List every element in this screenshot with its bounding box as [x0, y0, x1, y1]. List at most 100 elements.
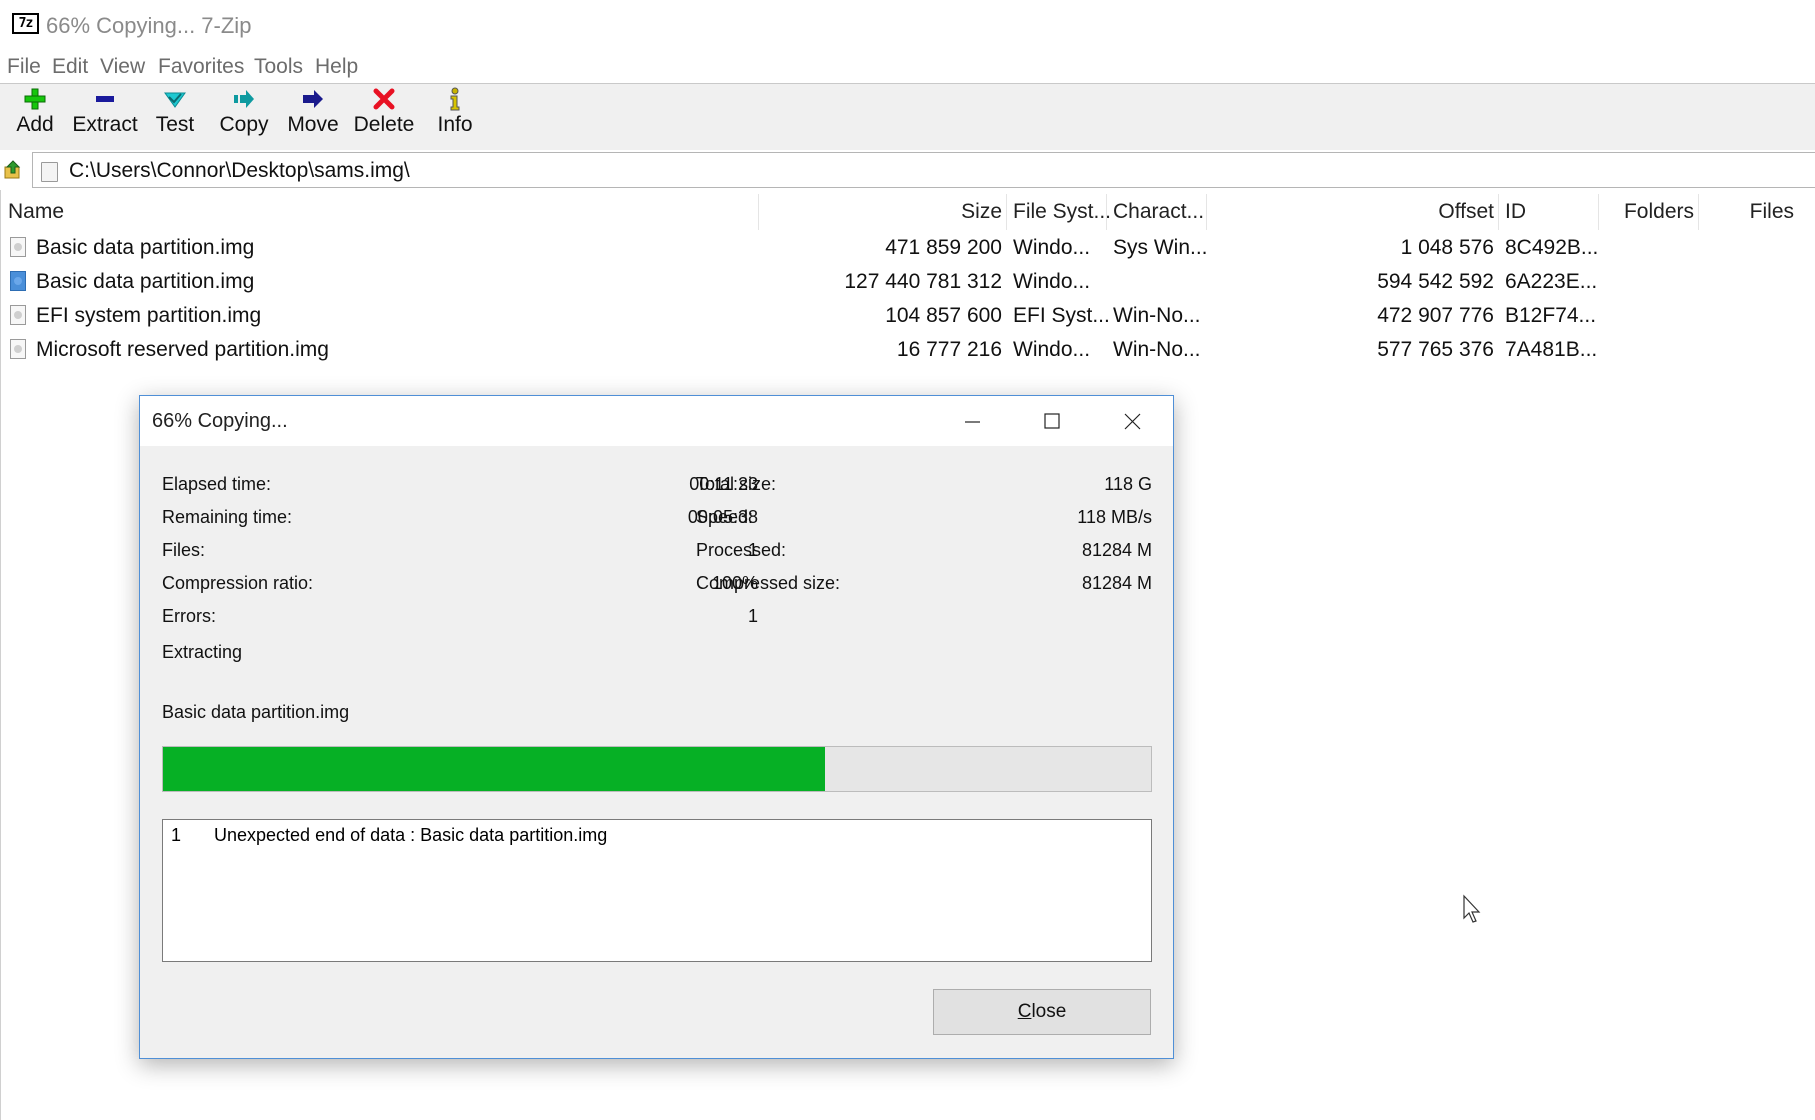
list-item[interactable]: Microsoft reserved partition.img 16 777 … — [0, 334, 1815, 368]
compressed-size-value: 81284 M — [1081, 573, 1152, 593]
info-label: Info — [437, 113, 473, 136]
elapsed-time-label: Elapsed time: — [162, 474, 272, 494]
speed-label: Speed: — [696, 507, 754, 527]
remaining-time-label: Remaining time: — [162, 507, 293, 527]
close-mnemonic: C — [1017, 1001, 1032, 1022]
col-header-offset[interactable]: Offset — [1210, 200, 1494, 224]
copy-label: Copy — [219, 113, 269, 136]
add-button[interactable]: Add — [10, 84, 60, 150]
col-header-file-system[interactable]: File Syst... — [1013, 200, 1111, 224]
dialog-title-bar[interactable]: 66% Copying... — [140, 396, 1173, 446]
path-text: C:\Users\Connor\Desktop\sams.img\ — [69, 159, 410, 182]
item-id: B12F74... — [1505, 304, 1597, 327]
minimize-icon[interactable] — [932, 396, 1012, 446]
dialog-title: 66% Copying... — [152, 410, 288, 432]
item-characteristics: Win-No... — [1113, 338, 1201, 361]
list-item[interactable]: EFI system partition.img 104 857 600 EFI… — [0, 300, 1815, 334]
col-header-id[interactable]: ID — [1505, 200, 1526, 224]
disk-image-icon — [10, 271, 26, 291]
column-divider[interactable] — [1206, 194, 1207, 230]
item-file-system: Windo... — [1013, 338, 1091, 361]
up-folder-icon[interactable] — [4, 160, 22, 180]
info-button[interactable]: Info — [430, 84, 480, 150]
col-header-characteristics[interactable]: Charact... — [1113, 200, 1204, 224]
item-offset: 472 907 776 — [1377, 304, 1494, 327]
progress-dialog: 66% Copying... Elapsed time: 00:11:23 Re… — [139, 395, 1174, 1059]
window-left-border — [0, 190, 1, 1120]
menu-bar: File Edit View Favorites Tools Help — [0, 53, 1815, 83]
item-size: 104 857 600 — [885, 304, 1002, 327]
disk-image-icon — [10, 237, 26, 257]
menu-edit[interactable]: Edit — [52, 55, 88, 79]
close-button[interactable]: Close — [933, 989, 1151, 1035]
move-label: Move — [287, 113, 339, 136]
test-button[interactable]: Test — [150, 84, 200, 150]
item-characteristics: Sys Win... — [1113, 236, 1208, 259]
menu-help[interactable]: Help — [315, 55, 358, 79]
col-header-files[interactable]: Files — [1700, 200, 1794, 224]
disk-image-icon — [10, 339, 26, 359]
close-icon[interactable] — [1093, 396, 1173, 446]
item-offset: 594 542 592 — [1377, 270, 1494, 293]
col-header-size[interactable]: Size — [760, 200, 1002, 224]
current-file: Basic data partition.img — [162, 702, 350, 722]
processed-label: Processed: — [696, 540, 787, 560]
errors-value: 1 — [747, 606, 758, 626]
move-button[interactable]: Move — [283, 84, 343, 150]
menu-tools[interactable]: Tools — [254, 55, 303, 79]
column-divider[interactable] — [1498, 194, 1499, 230]
plus-icon — [24, 88, 46, 110]
column-divider[interactable] — [1598, 194, 1599, 230]
copy-button[interactable]: Copy — [215, 84, 273, 150]
column-divider[interactable] — [1006, 194, 1007, 230]
list-item[interactable]: Basic data partition.img 471 859 200 Win… — [0, 232, 1815, 266]
processed-value: 81284 M — [1081, 540, 1152, 560]
speed-value: 118 MB/s — [1077, 507, 1152, 527]
list-header: Name Size File Syst... Charact... Offset… — [0, 194, 1815, 230]
item-size: 127 440 781 312 — [844, 270, 1002, 293]
item-size: 16 777 216 — [896, 338, 1002, 361]
delete-x-icon — [373, 88, 395, 110]
delete-button[interactable]: Delete — [350, 84, 418, 150]
menu-favorites[interactable]: Favorites — [158, 55, 244, 79]
compressed-size-label: Compressed size: — [696, 573, 841, 593]
item-characteristics: Win-No... — [1113, 304, 1201, 327]
progress-bar — [162, 746, 1152, 792]
app-logo: 7z — [12, 13, 39, 34]
extract-button[interactable]: Extract — [70, 84, 140, 150]
item-id: 6A223E... — [1505, 270, 1598, 293]
mouse-cursor-icon — [1463, 894, 1481, 923]
extract-label: Extract — [72, 113, 138, 136]
column-divider[interactable] — [758, 194, 759, 230]
operation-status: Extracting — [162, 642, 243, 662]
test-label: Test — [155, 113, 195, 136]
copy-arrow-icon — [234, 90, 254, 108]
column-divider[interactable] — [1698, 194, 1699, 230]
item-size: 471 859 200 — [885, 236, 1002, 259]
item-name: Basic data partition.img — [36, 236, 255, 259]
menu-file[interactable]: File — [7, 55, 41, 79]
item-file-system: Windo... — [1013, 236, 1091, 259]
col-header-folders[interactable]: Folders — [1600, 200, 1694, 224]
log-entry-message: Unexpected end of data : Basic data part… — [214, 825, 608, 845]
errors-label: Errors: — [162, 606, 216, 626]
item-offset: 1 048 576 — [1400, 236, 1494, 259]
error-log[interactable]: 1 Unexpected end of data : Basic data pa… — [162, 819, 1152, 962]
item-offset: 577 765 376 — [1377, 338, 1494, 361]
add-label: Add — [16, 113, 54, 136]
item-id: 7A481B... — [1505, 338, 1598, 361]
total-size-label: Total size: — [696, 474, 777, 494]
path-input[interactable]: C:\Users\Connor\Desktop\sams.img\ — [32, 152, 1815, 188]
address-bar: C:\Users\Connor\Desktop\sams.img\ — [0, 150, 1815, 190]
disk-image-icon — [41, 162, 58, 182]
disk-image-icon — [10, 305, 26, 325]
column-divider[interactable] — [1106, 194, 1107, 230]
list-item[interactable]: Basic data partition.img 127 440 781 312… — [0, 266, 1815, 300]
total-size-value: 118 G — [1104, 474, 1152, 494]
info-icon — [450, 87, 460, 111]
maximize-icon[interactable] — [1012, 396, 1092, 446]
menu-view[interactable]: View — [100, 55, 145, 79]
close-label-rest: lose — [1031, 1001, 1067, 1022]
col-header-name[interactable]: Name — [8, 200, 64, 224]
delete-label: Delete — [353, 113, 415, 136]
